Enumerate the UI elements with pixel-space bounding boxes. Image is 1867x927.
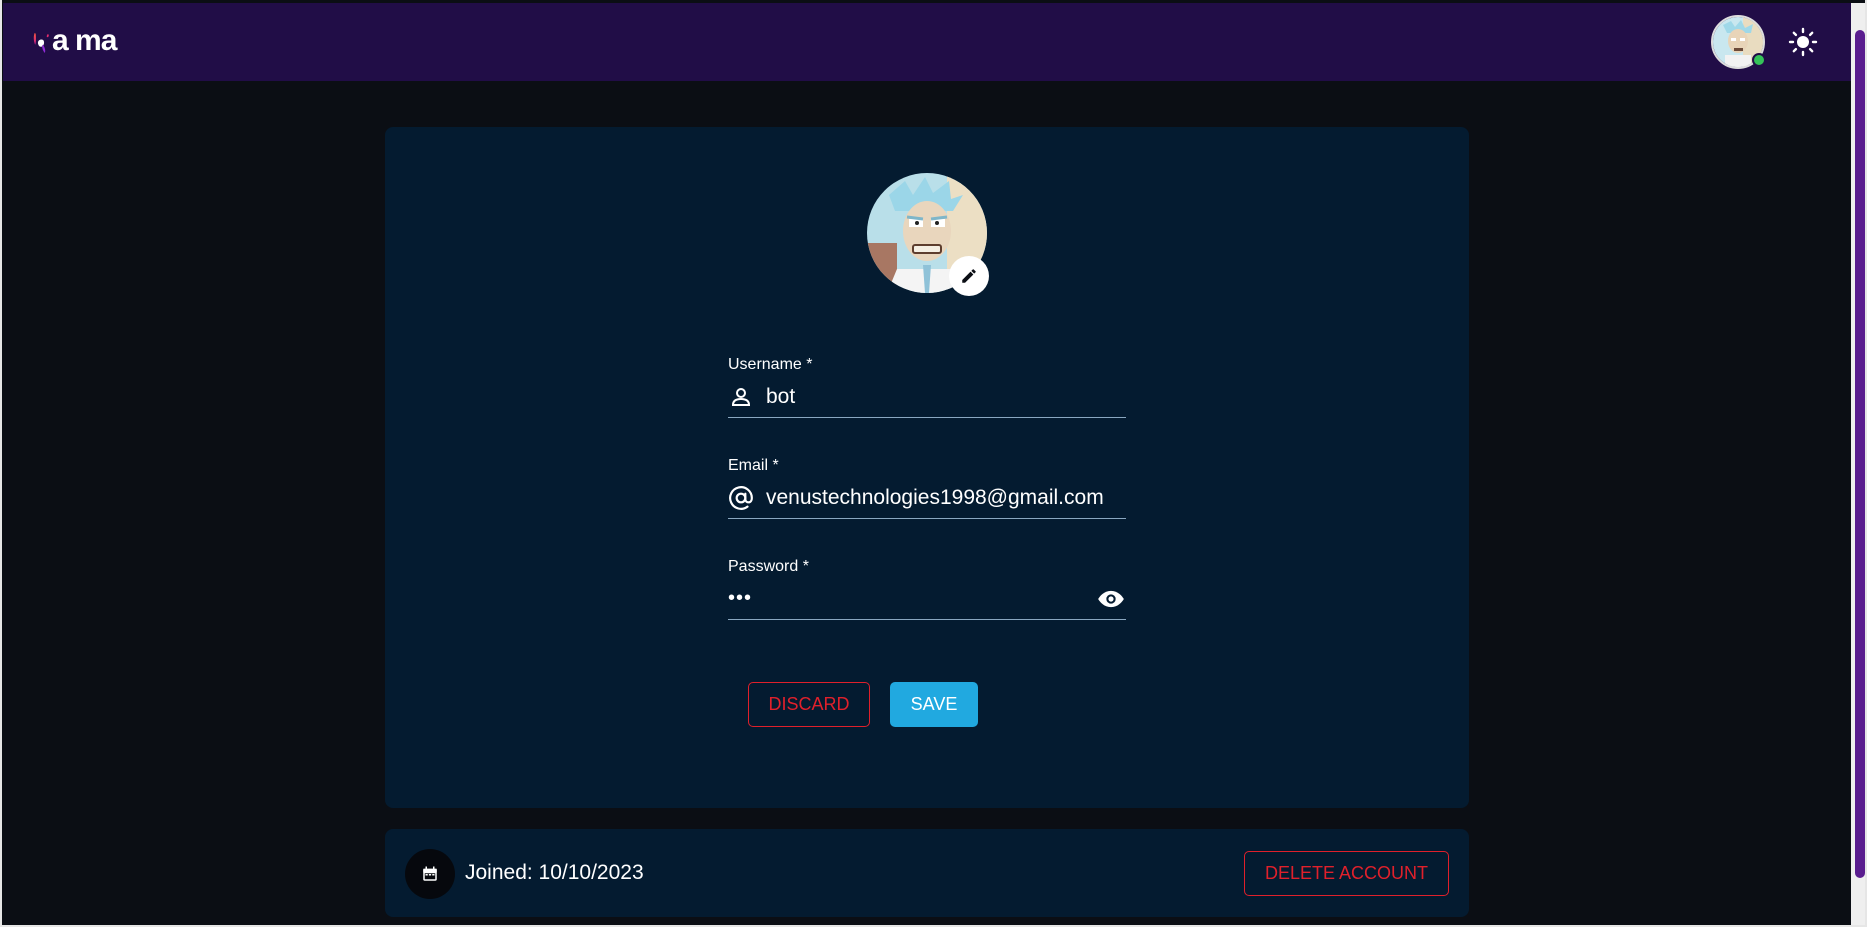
email-label: Email * (728, 457, 779, 474)
password-input[interactable]: ••• (728, 587, 1096, 610)
logo-text: a ma (52, 24, 117, 57)
username-field: Username * bot (728, 356, 1126, 418)
scrollbar-thumb[interactable] (1855, 30, 1865, 878)
email-field: Email * venustechnologies1998@gmail.com (728, 457, 1126, 519)
password-label: Password * (728, 558, 809, 575)
app-logo[interactable]: a ma (32, 18, 117, 66)
eye-icon[interactable] (1096, 584, 1126, 614)
calendar-badge (405, 849, 455, 899)
user-avatar[interactable] (1711, 15, 1766, 69)
calendar-icon (423, 866, 437, 881)
save-button[interactable]: SAVE (890, 682, 978, 727)
delete-account-button[interactable]: DELETE ACCOUNT (1244, 851, 1449, 896)
discard-button[interactable]: DISCARD (748, 682, 870, 727)
password-field: Password * ••• (728, 558, 1126, 620)
logo-mark-icon (33, 32, 49, 53)
sun-icon (1788, 27, 1818, 57)
joined-date-text: Joined: 10/10/2023 (465, 861, 644, 884)
edit-avatar-button[interactable] (949, 256, 989, 296)
email-input[interactable]: venustechnologies1998@gmail.com (766, 486, 1126, 510)
profile-avatar-container (867, 173, 989, 296)
account-footer-card: Joined: 10/10/2023 DELETE ACCOUNT (385, 829, 1469, 917)
top-app-bar: a ma (3, 3, 1851, 81)
username-label: Username * (728, 356, 813, 373)
theme-toggle-button[interactable] (1783, 22, 1823, 62)
pencil-icon (962, 269, 976, 283)
profile-card: Username * bot Email * venustechnologies… (385, 127, 1469, 808)
at-sign-icon (728, 485, 754, 511)
online-status-dot (1752, 53, 1766, 67)
person-icon (728, 384, 754, 410)
username-input[interactable]: bot (766, 385, 1126, 409)
